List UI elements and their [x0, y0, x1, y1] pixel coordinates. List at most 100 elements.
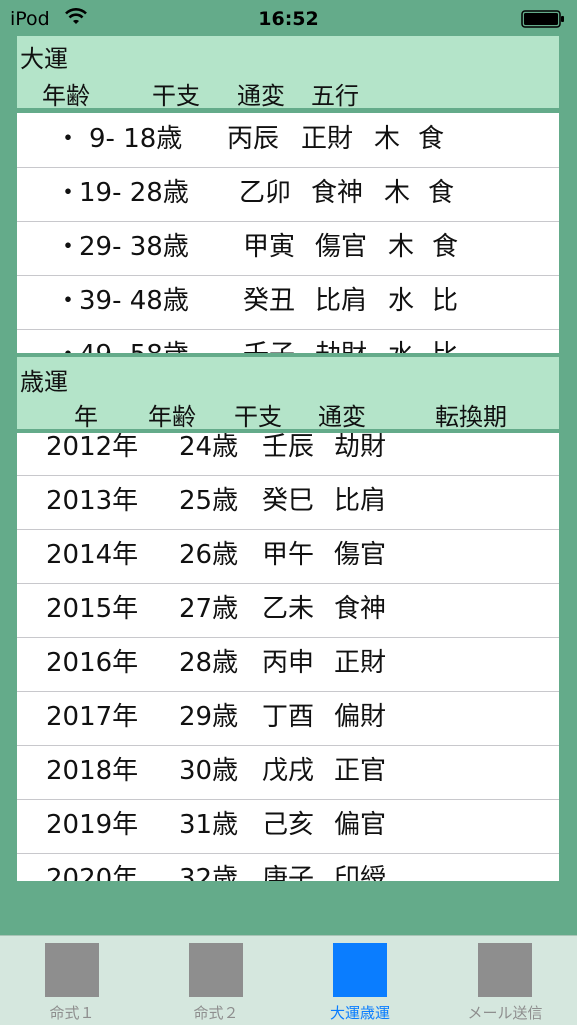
list-item[interactable]: 2019年 31歳 己亥 偏官 [17, 799, 559, 854]
list-item[interactable]: 2017年 29歳 丁酉 偏財 [17, 691, 559, 746]
tab-mail-send[interactable]: メール送信 [433, 936, 577, 1025]
row-kanshi: 乙未 [262, 594, 315, 624]
row-bullet: ・ [55, 338, 81, 353]
row-kanshi: 丙申 [262, 648, 315, 678]
tab-label: メール送信 [467, 1004, 543, 1022]
row-gogyo: 水 [388, 338, 414, 353]
battery-icon [521, 10, 564, 28]
row-year: 2013年 [46, 486, 139, 516]
row-tsuhen: 劫財 [315, 338, 367, 353]
tab-label: 命式１ [49, 1004, 95, 1022]
row-age: 27歳 [179, 594, 239, 624]
list-item[interactable]: 2015年 27歳 乙未 食神 [17, 583, 559, 638]
tab-placeholder-icon [189, 943, 243, 997]
row-year: 2014年 [46, 540, 139, 570]
saiun-header: 歳運 年 年齢 干支 通変 転換期 [17, 357, 559, 431]
list-item[interactable]: ・ 29- 38歳 甲寅 傷官 木 食 [17, 221, 559, 276]
row-extra: 食 [428, 178, 455, 208]
list-item[interactable]: 2016年 28歳 丙申 正財 [17, 637, 559, 692]
row-kanshi: 戊戌 [262, 756, 315, 786]
tab-label: 大運歳運 [329, 1004, 390, 1022]
list-item[interactable]: ・ 19- 28歳 乙卯 食神 木 食 [17, 167, 559, 222]
row-gogyo: 木 [388, 232, 415, 262]
list-item[interactable]: 2018年 30歳 戊戌 正官 [17, 745, 559, 800]
list-item[interactable]: ・ 49- 58歳 壬子 劫財 水 比 [17, 329, 559, 353]
row-age: 24歳 [179, 433, 239, 462]
row-extra: 比 [432, 286, 459, 316]
row-tsuhen: 傷官 [315, 232, 368, 262]
row-gogyo: 水 [388, 286, 415, 316]
tab-taiun-saiun[interactable]: 大運歳運 [288, 936, 432, 1025]
row-tsuhen: 印綬 [334, 864, 387, 881]
row-age: 26歳 [179, 540, 239, 570]
row-bullet: ・ [55, 178, 82, 208]
tab-placeholder-icon [45, 943, 99, 997]
row-tsuhen: 比肩 [334, 486, 387, 516]
row-kanshi: 癸巳 [262, 486, 315, 516]
row-kanshi: 庚子 [262, 864, 315, 881]
saiun-list[interactable]: 2012年 24歳 壬辰 劫財 2013年 25歳 癸巳 比肩 2014年 26… [17, 433, 559, 881]
taiun-col-gogyo: 五行 [311, 82, 359, 110]
taiun-title: 大運 [20, 45, 68, 73]
row-bullet: ・ [55, 232, 82, 262]
row-extra: 食 [418, 124, 445, 154]
row-tsuhen: 比肩 [315, 286, 368, 316]
tab-placeholder-icon [333, 943, 387, 997]
saiun-title: 歳運 [20, 368, 68, 396]
taiun-col-tsuhen: 通変 [237, 82, 285, 110]
row-kanshi: 壬子 [243, 338, 295, 353]
saiun-col-tenkanki: 転換期 [435, 403, 507, 431]
taiun-list[interactable]: ・ 9- 18歳 丙辰 正財 木 食 ・ 19- 28歳 乙卯 食神 木 食 ・… [17, 113, 559, 353]
row-kanshi: 甲寅 [243, 232, 296, 262]
row-kanshi: 壬辰 [262, 433, 315, 462]
row-tsuhen: 食神 [334, 594, 387, 624]
row-kanshi: 丙辰 [227, 124, 280, 154]
list-item[interactable]: 2014年 26歳 甲午 傷官 [17, 529, 559, 584]
row-tsuhen: 劫財 [334, 433, 387, 462]
row-age: 28歳 [179, 648, 239, 678]
row-tsuhen: 偏官 [334, 810, 387, 840]
tab-bar: 命式１ 命式２ 大運歳運 メール送信 [0, 935, 577, 1025]
tab-meishiki-1[interactable]: 命式１ [0, 936, 144, 1025]
row-tsuhen: 食神 [311, 178, 364, 208]
row-age: 9- 18歳 [89, 124, 183, 154]
tab-meishiki-2[interactable]: 命式２ [144, 936, 288, 1025]
row-age: 25歳 [179, 486, 239, 516]
row-age: 32歳 [179, 864, 239, 881]
row-gogyo: 木 [384, 178, 411, 208]
tab-placeholder-icon [478, 943, 532, 997]
saiun-col-tsuhen: 通変 [318, 403, 366, 431]
row-age: 19- 28歳 [79, 178, 189, 208]
row-tsuhen: 正財 [301, 124, 354, 154]
taiun-col-age: 年齢 [42, 82, 90, 110]
row-year: 2018年 [46, 756, 139, 786]
row-age: 39- 48歳 [79, 286, 189, 316]
saiun-col-year: 年 [74, 403, 98, 431]
row-year: 2012年 [46, 433, 139, 462]
status-bar: iPod 16:52 [0, 0, 577, 36]
row-tsuhen: 正財 [334, 648, 387, 678]
row-age: 31歳 [179, 810, 239, 840]
row-kanshi: 癸丑 [243, 286, 296, 316]
list-item[interactable]: 2020年 32歳 庚子 印綬 [17, 853, 559, 881]
row-kanshi: 甲午 [262, 540, 315, 570]
row-age: 30歳 [179, 756, 239, 786]
row-kanshi: 己亥 [262, 810, 315, 840]
row-age: 29歳 [179, 702, 239, 732]
list-item[interactable]: ・ 9- 18歳 丙辰 正財 木 食 [17, 113, 559, 168]
row-gogyo: 木 [374, 124, 401, 154]
row-tsuhen: 正官 [334, 756, 387, 786]
row-tsuhen: 傷官 [334, 540, 387, 570]
row-tsuhen: 偏財 [334, 702, 387, 732]
list-item[interactable]: 2013年 25歳 癸巳 比肩 [17, 475, 559, 530]
list-item[interactable]: ・ 39- 48歳 癸丑 比肩 水 比 [17, 275, 559, 330]
taiun-header: 大運 年齢 干支 通変 五行 [17, 36, 559, 110]
row-bullet: ・ [55, 286, 82, 316]
saiun-col-kanshi: 干支 [234, 403, 282, 431]
row-year: 2016年 [46, 648, 139, 678]
saiun-col-age: 年齢 [148, 403, 196, 431]
row-extra: 比 [432, 338, 458, 353]
row-year: 2017年 [46, 702, 139, 732]
list-item[interactable]: 2012年 24歳 壬辰 劫財 [17, 433, 559, 476]
row-year: 2020年 [46, 864, 139, 881]
